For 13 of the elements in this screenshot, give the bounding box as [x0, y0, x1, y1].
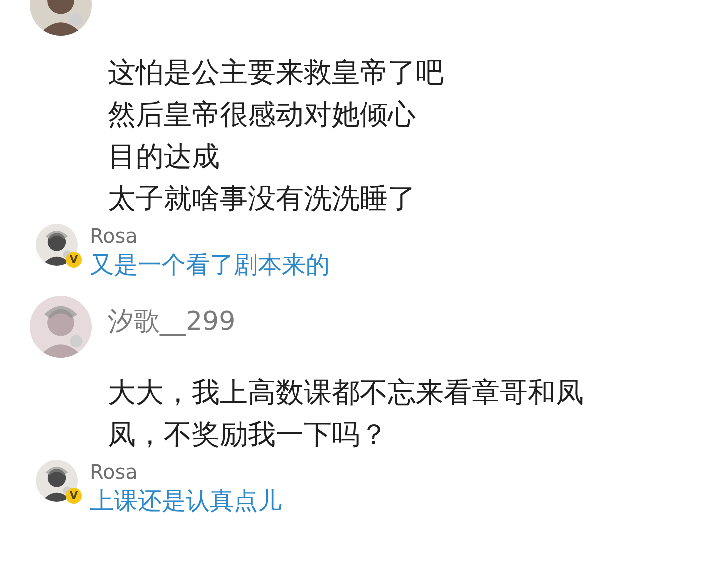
comment-text: 凤，不奖励我一下吗？ [108, 417, 389, 453]
comment-text: 目的达成 [108, 139, 221, 175]
username[interactable]: 汐歌__299 [108, 306, 236, 338]
comment-text: 太子就啥事没有洗洗睡了 [108, 181, 417, 217]
comment-text: 这怕是公主要来救皇帝了吧 [108, 55, 445, 91]
comment-text: 然后皇帝很感动对她倾心 [108, 97, 417, 133]
username[interactable]: Rosa [90, 224, 330, 248]
username[interactable]: Rosa [90, 460, 282, 484]
comment-text: 大大，我上高数课都不忘来看章哥和凤 [108, 375, 585, 411]
reply-text: 又是一个看了剧本来的 [90, 250, 330, 281]
verified-badge: V [66, 488, 82, 504]
reply-text: 上课还是认真点儿 [90, 486, 282, 517]
verified-badge: V [66, 252, 82, 268]
